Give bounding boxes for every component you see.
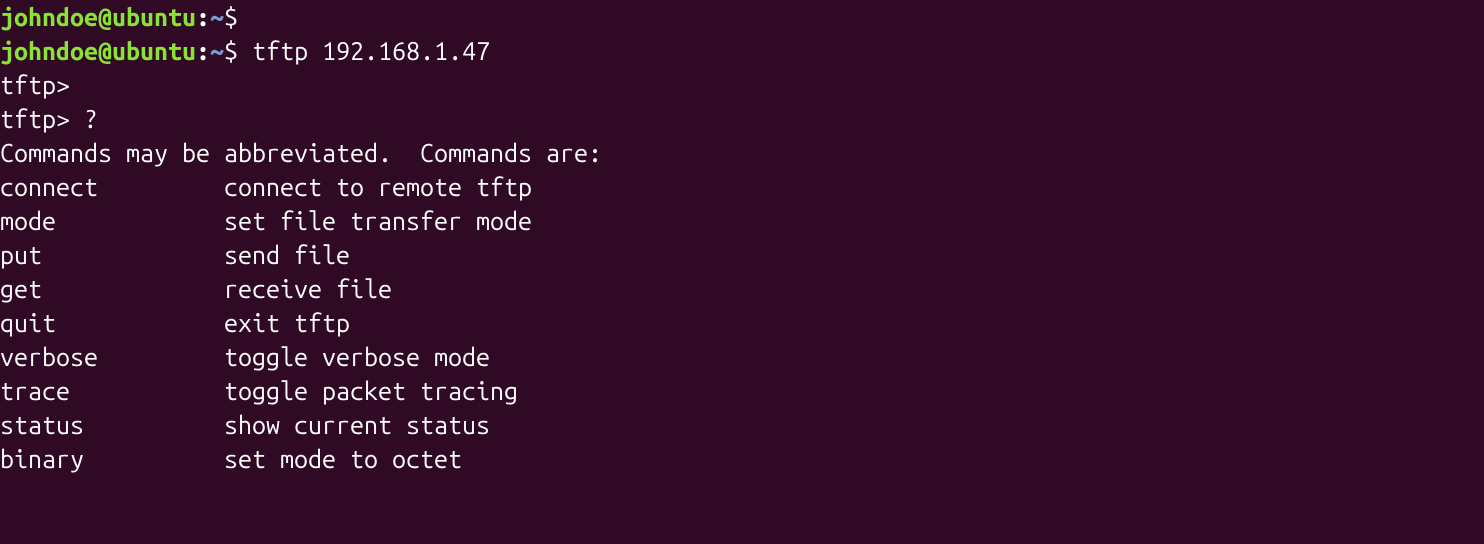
help-quit: quit exit tftp — [0, 306, 1484, 340]
tftp-prompt-1: tftp> — [0, 68, 1484, 102]
terminal-output[interactable]: johndoe@ubuntu:~$ johndoe@ubuntu:~$ tftp… — [0, 0, 1484, 476]
prompt-line-1: johndoe@ubuntu:~$ — [0, 0, 1484, 34]
help-get: get receive file — [0, 272, 1484, 306]
user-host: johndoe@ubuntu — [0, 3, 196, 31]
user-host: johndoe@ubuntu — [0, 37, 196, 65]
help-trace: trace toggle packet tracing — [0, 374, 1484, 408]
prompt-cwd: ~ — [210, 37, 224, 65]
command-1 — [238, 3, 252, 31]
prompt-dollar: $ — [224, 3, 238, 31]
help-status: status show current status — [0, 408, 1484, 442]
prompt-cwd: ~ — [210, 3, 224, 31]
help-mode: mode set file transfer mode — [0, 204, 1484, 238]
help-put: put send file — [0, 238, 1484, 272]
prompt-colon: : — [196, 37, 210, 65]
help-verbose: verbose toggle verbose mode — [0, 340, 1484, 374]
prompt-colon: : — [196, 3, 210, 31]
prompt-dollar: $ — [224, 37, 238, 65]
tftp-prompt-2: tftp> ? — [0, 102, 1484, 136]
prompt-line-2: johndoe@ubuntu:~$ tftp 192.168.1.47 — [0, 34, 1484, 68]
help-connect: connect connect to remote tftp — [0, 170, 1484, 204]
command-2: tftp 192.168.1.47 — [238, 37, 490, 65]
help-binary: binary set mode to octet — [0, 442, 1484, 476]
help-header: Commands may be abbreviated. Commands ar… — [0, 136, 1484, 170]
